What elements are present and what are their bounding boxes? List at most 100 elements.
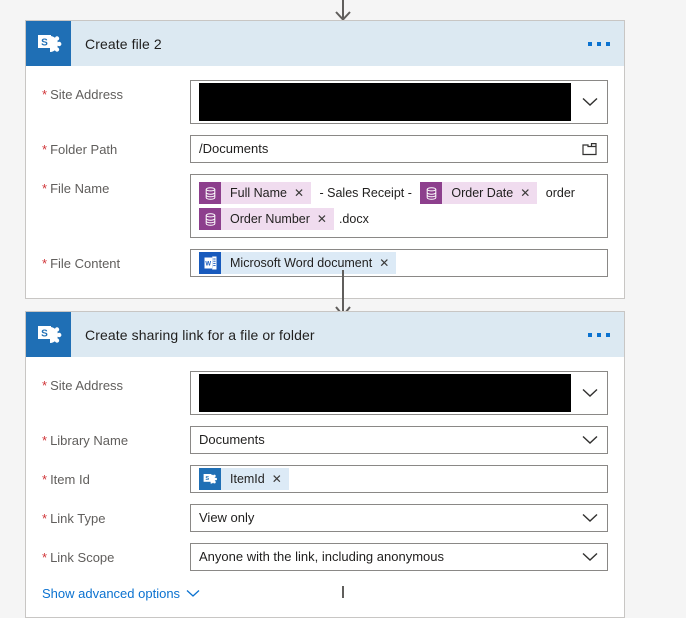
svg-text:S: S <box>41 37 48 48</box>
label-text: Link Scope <box>50 550 115 565</box>
token-body: Order Number ✕ <box>221 208 334 230</box>
ellipsis-icon[interactable] <box>588 41 610 46</box>
label-text: File Name <box>50 181 110 196</box>
field-label-link-type: * Link Type <box>42 504 190 526</box>
required-marker: * <box>42 181 48 196</box>
token-label: ItemId <box>230 472 265 486</box>
link-type-dropdown[interactable]: View only <box>190 504 608 532</box>
redacted-value <box>199 374 571 412</box>
ellipsis-dot <box>597 41 601 46</box>
site-address-dropdown[interactable] <box>190 80 608 124</box>
folder-icon[interactable] <box>582 142 598 156</box>
item-id-input[interactable]: S ItemId ✕ <box>190 465 608 493</box>
database-icon <box>199 182 221 204</box>
label-text: Site Address <box>50 378 124 393</box>
svg-text:W: W <box>205 261 211 267</box>
token-full-name[interactable]: Full Name ✕ <box>199 182 312 204</box>
token-static-text: - Sales Receipt - <box>316 186 416 200</box>
token-label: Order Date <box>451 186 514 200</box>
arrow-down-icon <box>335 0 351 21</box>
card-create-sharing-link[interactable]: S Create sharing link for a file or fold… <box>25 311 625 618</box>
database-icon <box>199 208 221 230</box>
top-connector <box>0 0 686 22</box>
field-row-link-type: * Link Type View only <box>42 504 608 532</box>
chevron-down-icon <box>582 388 598 398</box>
card-header[interactable]: S Create sharing link for a file or fold… <box>26 312 624 357</box>
site-address-dropdown[interactable] <box>190 371 608 415</box>
bottom-connector <box>0 586 686 598</box>
token-list: S ItemId ✕ <box>199 466 599 492</box>
field-label-folder-path: * Folder Path <box>42 135 190 157</box>
field-label-site-address: * Site Address <box>42 371 190 393</box>
token-static-text: order <box>542 186 575 200</box>
field-row-folder-path: * Folder Path /Documents <box>42 135 608 163</box>
token-remove-icon[interactable]: ✕ <box>294 187 304 199</box>
token-remove-icon[interactable]: ✕ <box>317 213 327 225</box>
folder-path-input[interactable]: /Documents <box>190 135 608 163</box>
card-create-file-2[interactable]: S Create file 2 * Site Address * Folder … <box>25 20 625 299</box>
chevron-down-icon <box>582 552 598 562</box>
field-row-link-scope: * Link Scope Anyone with the link, includ… <box>42 543 608 571</box>
sharepoint-icon: S <box>199 468 221 490</box>
required-marker: * <box>42 511 48 526</box>
token-list: Full Name ✕ - Sales Receipt - Order Date… <box>199 180 599 232</box>
ellipsis-icon[interactable] <box>588 332 610 337</box>
card-header[interactable]: S Create file 2 <box>26 21 624 66</box>
token-remove-icon[interactable]: ✕ <box>520 187 530 199</box>
library-name-dropdown[interactable]: Documents <box>190 426 608 454</box>
label-text: Item Id <box>50 472 90 487</box>
required-marker: * <box>42 142 48 157</box>
label-text: Link Type <box>50 511 106 526</box>
ellipsis-dot <box>588 41 592 46</box>
token-item-id[interactable]: S ItemId ✕ <box>199 468 289 490</box>
library-name-value: Documents <box>199 432 265 447</box>
card-title: Create sharing link for a file or folder <box>85 326 315 343</box>
sharepoint-icon: S <box>26 312 71 357</box>
ellipsis-dot <box>606 332 610 337</box>
chevron-down-icon <box>582 97 598 107</box>
token-label: Order Number <box>230 212 310 226</box>
required-marker: * <box>42 433 48 448</box>
field-label-site-address: * Site Address <box>42 80 190 102</box>
required-marker: * <box>42 378 48 393</box>
ellipsis-dot <box>597 332 601 337</box>
card-body: *Site Address *Library Name Documents <box>26 357 624 617</box>
field-row-library-name: * Library Name Documents <box>42 426 608 454</box>
required-marker: * <box>42 472 48 487</box>
label-text: Site Address <box>50 87 124 102</box>
field-row-file-name: * File Name Full Name ✕ - Sales Receipt … <box>42 174 608 238</box>
database-icon <box>420 182 443 204</box>
label-text: Library Name <box>50 433 129 448</box>
svg-text:S: S <box>205 476 209 482</box>
required-marker: * <box>42 87 48 102</box>
token-order-number[interactable]: Order Number ✕ <box>199 208 334 230</box>
chevron-down-icon <box>582 513 598 523</box>
required-marker: * <box>42 256 48 271</box>
file-name-input[interactable]: Full Name ✕ - Sales Receipt - Order Date… <box>190 174 608 238</box>
field-label-file-content: * File Content <box>42 249 190 271</box>
field-label-item-id: * Item Id <box>42 465 190 487</box>
link-scope-dropdown[interactable]: Anyone with the link, including anonymou… <box>190 543 608 571</box>
card-title: Create file 2 <box>85 35 162 52</box>
redacted-value <box>199 83 571 121</box>
token-order-date[interactable]: Order Date ✕ <box>420 182 538 204</box>
label-text: Folder Path <box>50 142 118 157</box>
card-body: *Site Address *Folder Path /Documents <box>26 66 624 298</box>
link-type-value: View only <box>199 510 255 525</box>
sharepoint-icon: S <box>26 21 71 66</box>
token-body: Order Date ✕ <box>442 182 538 204</box>
token-remove-icon[interactable]: ✕ <box>379 257 389 269</box>
field-label-link-scope: * Link Scope <box>42 543 190 565</box>
svg-text:S: S <box>41 328 48 339</box>
link-scope-value: Anyone with the link, including anonymou… <box>199 549 444 564</box>
token-body: ItemId ✕ <box>221 468 289 490</box>
token-static-text: .docx <box>338 212 369 226</box>
token-label: Full Name <box>230 186 287 200</box>
ellipsis-dot <box>588 332 592 337</box>
field-label-library-name: * Library Name <box>42 426 190 448</box>
folder-path-value: /Documents <box>199 141 269 156</box>
field-row-site-address: * Site Address <box>42 80 608 124</box>
ellipsis-dot <box>606 41 610 46</box>
token-remove-icon[interactable]: ✕ <box>272 473 282 485</box>
required-marker: * <box>42 550 48 565</box>
